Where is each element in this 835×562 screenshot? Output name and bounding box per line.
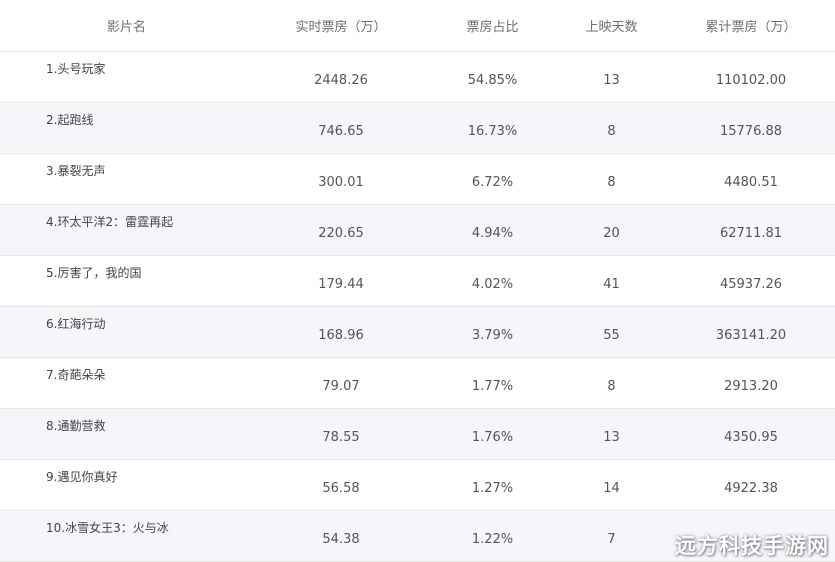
table-row: 3.暴裂无声 300.01 6.72% 8 4480.51 xyxy=(0,153,835,205)
header-realtime-box-office: 实时票房（万） xyxy=(253,0,429,52)
realtime-box-office: 2448.26 xyxy=(253,51,429,103)
film-title: 5.厉害了，我的国 xyxy=(0,255,253,307)
realtime-box-office: 79.07 xyxy=(253,357,429,409)
days-showing: 7 xyxy=(556,510,667,562)
days-showing: 55 xyxy=(556,306,667,358)
box-office-share: 1.77% xyxy=(429,357,556,409)
cumulative-box-office: 363141.20 xyxy=(667,306,835,358)
header-box-office-share: 票房占比 xyxy=(429,0,556,52)
cumulative-box-office: 15776.88 xyxy=(667,102,835,154)
film-title: 9.遇见你真好 xyxy=(0,459,253,511)
box-office-share: 1.76% xyxy=(429,408,556,460)
days-showing: 8 xyxy=(556,102,667,154)
site-watermark: 远方科技手游网 xyxy=(675,534,829,558)
realtime-box-office: 78.55 xyxy=(253,408,429,460)
box-office-share: 6.72% xyxy=(429,153,556,205)
table-row: 2.起跑线 746.65 16.73% 8 15776.88 xyxy=(0,102,835,154)
film-title: 1.头号玩家 xyxy=(0,51,253,103)
days-showing: 41 xyxy=(556,255,667,307)
cumulative-box-office: 110102.00 xyxy=(667,51,835,103)
film-title: 4.环太平洋2：雷霆再起 xyxy=(0,204,253,256)
film-title: 2.起跑线 xyxy=(0,102,253,154)
header-cumulative-box-office: 累计票房（万） xyxy=(667,0,835,52)
cumulative-box-office: 2913.20 xyxy=(667,357,835,409)
box-office-share: 1.22% xyxy=(429,510,556,562)
table-row: 8.通勤营救 78.55 1.76% 13 4350.95 xyxy=(0,408,835,460)
film-title: 10.冰雪女王3：火与冰 xyxy=(0,510,253,562)
cumulative-box-office: 45937.26 xyxy=(667,255,835,307)
table-row: 6.红海行动 168.96 3.79% 55 363141.20 xyxy=(0,306,835,358)
realtime-box-office: 56.58 xyxy=(253,459,429,511)
table-row: 9.遇见你真好 56.58 1.27% 14 4922.38 xyxy=(0,459,835,511)
box-office-share: 4.02% xyxy=(429,255,556,307)
box-office-share: 4.94% xyxy=(429,204,556,256)
header-days-showing: 上映天数 xyxy=(556,0,667,52)
cumulative-box-office: 4922.38 xyxy=(667,459,835,511)
days-showing: 13 xyxy=(556,51,667,103)
film-title: 7.奇葩朵朵 xyxy=(0,357,253,409)
box-office-share: 3.79% xyxy=(429,306,556,358)
table-row: 5.厉害了，我的国 179.44 4.02% 41 45937.26 xyxy=(0,255,835,307)
days-showing: 13 xyxy=(556,408,667,460)
film-title: 8.通勤营救 xyxy=(0,408,253,460)
realtime-box-office: 220.65 xyxy=(253,204,429,256)
table-row: 7.奇葩朵朵 79.07 1.77% 8 2913.20 xyxy=(0,357,835,409)
cumulative-box-office: 4350.95 xyxy=(667,408,835,460)
box-office-share: 1.27% xyxy=(429,459,556,511)
realtime-box-office: 746.65 xyxy=(253,102,429,154)
days-showing: 20 xyxy=(556,204,667,256)
days-showing: 14 xyxy=(556,459,667,511)
table-header-row: 影片名 实时票房（万） 票房占比 上映天数 累计票房（万） xyxy=(0,0,835,52)
box-office-table: 影片名 实时票房（万） 票房占比 上映天数 累计票房（万） 1.头号玩家 244… xyxy=(0,0,835,562)
realtime-box-office: 168.96 xyxy=(253,306,429,358)
header-film-name: 影片名 xyxy=(0,0,253,52)
realtime-box-office: 300.01 xyxy=(253,153,429,205)
film-title: 3.暴裂无声 xyxy=(0,153,253,205)
realtime-box-office: 54.38 xyxy=(253,510,429,562)
days-showing: 8 xyxy=(556,153,667,205)
cumulative-box-office: 4480.51 xyxy=(667,153,835,205)
cumulative-box-office: 62711.81 xyxy=(667,204,835,256)
box-office-share: 16.73% xyxy=(429,102,556,154)
table-row: 4.环太平洋2：雷霆再起 220.65 4.94% 20 62711.81 xyxy=(0,204,835,256)
box-office-share: 54.85% xyxy=(429,51,556,103)
table-row: 1.头号玩家 2448.26 54.85% 13 110102.00 xyxy=(0,51,835,103)
realtime-box-office: 179.44 xyxy=(253,255,429,307)
days-showing: 8 xyxy=(556,357,667,409)
film-title: 6.红海行动 xyxy=(0,306,253,358)
